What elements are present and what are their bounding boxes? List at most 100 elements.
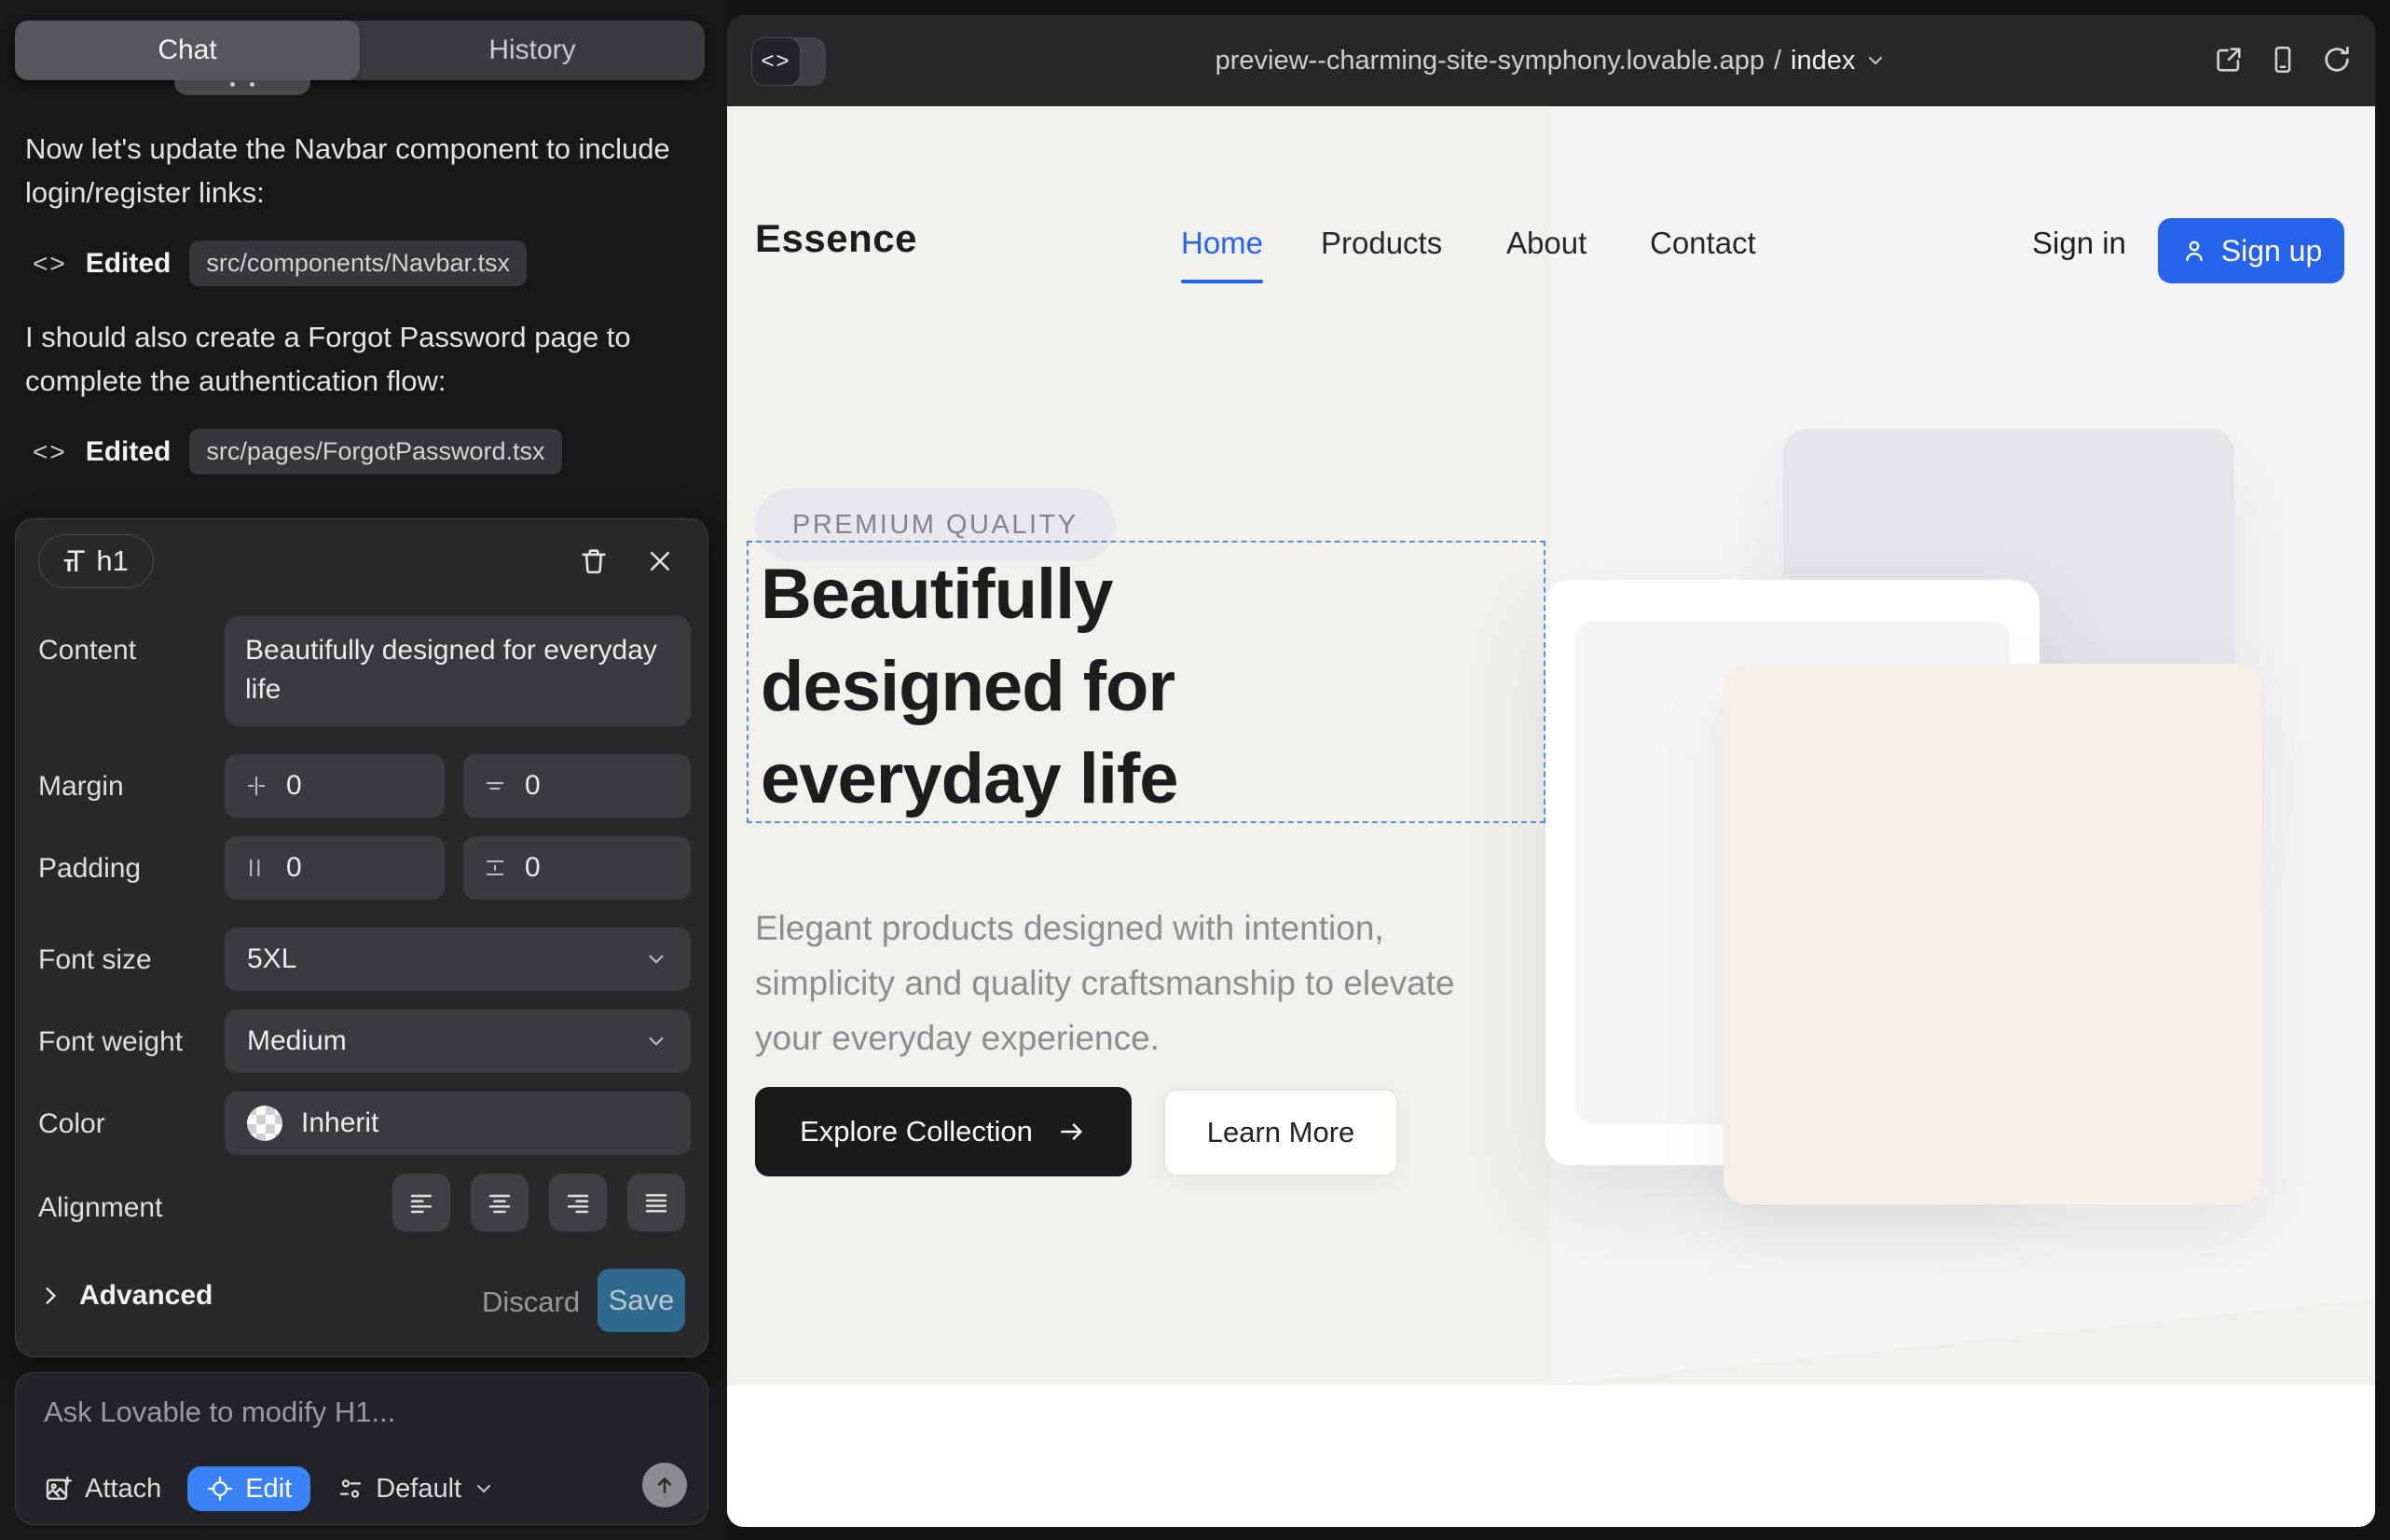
margin-horizontal-icon: [243, 773, 269, 799]
sign-in-link[interactable]: Sign in: [2032, 226, 2126, 261]
trash-icon: [578, 545, 610, 577]
attach-image-icon: [44, 1474, 74, 1504]
align-right-icon: [562, 1187, 594, 1218]
chat-input[interactable]: [44, 1396, 659, 1429]
path-separator: /: [1774, 46, 1781, 76]
close-icon: [646, 547, 674, 575]
advanced-toggle[interactable]: Advanced: [38, 1280, 213, 1312]
code-icon: <>: [33, 437, 67, 467]
model-default-select[interactable]: Default: [337, 1474, 495, 1505]
margin-x-input[interactable]: 0: [225, 754, 445, 818]
user-icon: [2180, 237, 2208, 265]
padding-horizontal-icon: [243, 855, 269, 881]
file-chip[interactable]: src/pages/ForgotPassword.tsx: [189, 429, 561, 474]
open-in-new-tab-button[interactable]: [2213, 44, 2246, 77]
attach-button[interactable]: Attach: [44, 1474, 161, 1505]
margin-vertical-icon: [482, 773, 508, 799]
font-weight-select[interactable]: Medium: [225, 1010, 691, 1073]
site-logo[interactable]: Essence: [755, 216, 917, 261]
align-left-icon: [405, 1187, 437, 1218]
align-justify-button[interactable]: [627, 1174, 685, 1231]
nav-link-contact[interactable]: Contact: [1650, 226, 1756, 261]
save-button[interactable]: Save: [598, 1269, 685, 1332]
edit-mode-button[interactable]: Edit: [187, 1466, 310, 1511]
close-editor-button[interactable]: [642, 543, 678, 579]
font-weight-label: Font weight: [38, 1026, 183, 1058]
font-size-label: Font size: [38, 944, 152, 976]
learn-more-button[interactable]: Learn More: [1163, 1089, 1398, 1176]
explore-collection-button[interactable]: Explore Collection: [755, 1087, 1132, 1176]
padding-y-input[interactable]: 0: [463, 836, 691, 900]
padding-x-input[interactable]: 0: [225, 836, 445, 900]
tab-history[interactable]: History: [360, 21, 705, 80]
chevron-down-icon: [644, 947, 668, 971]
site-next-section: [727, 1385, 2375, 1527]
edited-file-row: <> Edited src/pages/ForgotPassword.tsx: [33, 429, 562, 474]
code-icon: <>: [33, 249, 67, 279]
file-chip[interactable]: src/components/Navbar.tsx: [189, 241, 527, 286]
typography-icon: тT: [63, 544, 85, 579]
nav-active-underline: [1181, 280, 1263, 283]
h1-selection-outline[interactable]: Beautifully designed for everyday life: [747, 541, 1545, 823]
sliders-icon: [337, 1475, 364, 1503]
padding-label: Padding: [38, 853, 141, 885]
element-tag-name: h1: [96, 544, 128, 578]
refresh-icon: [2321, 44, 2355, 76]
alignment-label: Alignment: [38, 1192, 162, 1224]
discard-button[interactable]: Discard: [482, 1286, 580, 1319]
align-center-icon: [484, 1187, 515, 1218]
delete-element-button[interactable]: [576, 543, 611, 579]
preview-url: preview--charming-site-symphony.lovable.…: [1216, 46, 1765, 76]
edited-file-row: <> Edited src/components/Navbar.tsx: [33, 241, 527, 286]
element-editor-panel: тT h1 Content Beautifully designed for e…: [15, 518, 708, 1357]
external-link-icon: [2213, 44, 2246, 76]
decor-card-cream: [1724, 664, 2262, 1204]
tab-chat[interactable]: Chat: [15, 21, 360, 80]
content-input[interactable]: Beautifully designed for everyday life: [225, 616, 691, 726]
margin-label: Margin: [38, 771, 124, 803]
chevron-down-icon: [644, 1029, 668, 1053]
color-select[interactable]: Inherit: [225, 1092, 691, 1155]
refresh-button[interactable]: [2321, 44, 2355, 77]
color-label: Color: [38, 1108, 105, 1140]
nav-link-products[interactable]: Products: [1321, 226, 1442, 261]
chat-history-tabbar: Chat History: [15, 21, 705, 80]
nav-link-home[interactable]: Home: [1181, 226, 1263, 261]
chat-sidebar: Chat History Now let's update the Navbar…: [0, 0, 727, 1540]
smartphone-icon: [2267, 44, 2301, 76]
element-tag-pill[interactable]: тT h1: [38, 534, 154, 588]
preview-url-bar[interactable]: preview--charming-site-symphony.lovable.…: [727, 15, 2375, 106]
mobile-view-button[interactable]: [2267, 44, 2301, 77]
edited-label: Edited: [86, 248, 172, 280]
color-swatch-transparent: [247, 1106, 282, 1141]
site-navbar: Essence Home Products About Contact Sign…: [727, 106, 2375, 330]
preview-window: <> preview--charming-site-symphony.lovab…: [727, 15, 2375, 1527]
scrolled-chip-partial: [174, 80, 310, 95]
arrow-up-icon: [652, 1473, 677, 1497]
preview-topbar: <> preview--charming-site-symphony.lovab…: [727, 15, 2375, 106]
assistant-message: Now let's update the Navbar component to…: [25, 127, 687, 214]
chevron-down-icon: [1864, 49, 1887, 72]
page-name: index: [1791, 46, 1855, 76]
font-size-select[interactable]: 5XL: [225, 928, 691, 991]
assistant-message: I should also create a Forgot Password p…: [25, 315, 687, 403]
hero-paragraph: Elegant products designed with intention…: [755, 901, 1529, 1066]
sign-up-button[interactable]: Sign up: [2158, 218, 2344, 283]
arrow-right-icon: [1057, 1117, 1087, 1147]
align-justify-icon: [640, 1187, 672, 1218]
content-label: Content: [38, 635, 136, 667]
chevron-down-icon: [473, 1478, 495, 1500]
target-icon: [206, 1475, 234, 1503]
padding-vertical-icon: [482, 855, 508, 881]
site-canvas: Essence Home Products About Contact Sign…: [727, 106, 2375, 1527]
align-right-button[interactable]: [549, 1174, 607, 1231]
align-left-button[interactable]: [392, 1174, 450, 1231]
chat-composer: Attach Edit Default: [15, 1372, 708, 1525]
edited-label: Edited: [86, 436, 172, 468]
chevron-right-icon: [38, 1284, 62, 1308]
margin-y-input[interactable]: 0: [463, 754, 691, 818]
hero-heading[interactable]: Beautifully designed for everyday life: [761, 548, 1413, 825]
send-button[interactable]: [642, 1463, 687, 1507]
nav-link-about[interactable]: About: [1506, 226, 1586, 261]
align-center-button[interactable]: [471, 1174, 529, 1231]
